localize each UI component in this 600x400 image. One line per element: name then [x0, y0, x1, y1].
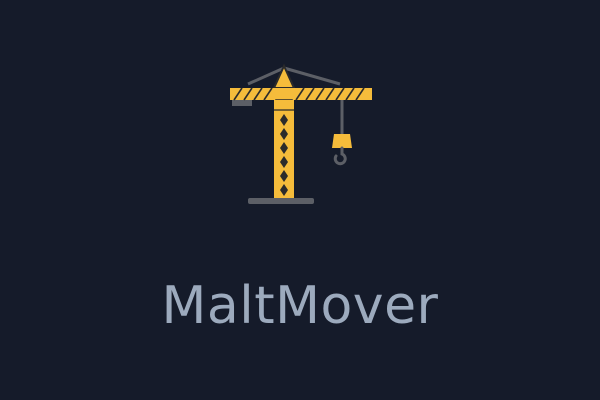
splash-screen: MaltMover [0, 0, 600, 400]
construction-crane-icon [230, 63, 372, 204]
app-title: MaltMover [161, 276, 439, 336]
